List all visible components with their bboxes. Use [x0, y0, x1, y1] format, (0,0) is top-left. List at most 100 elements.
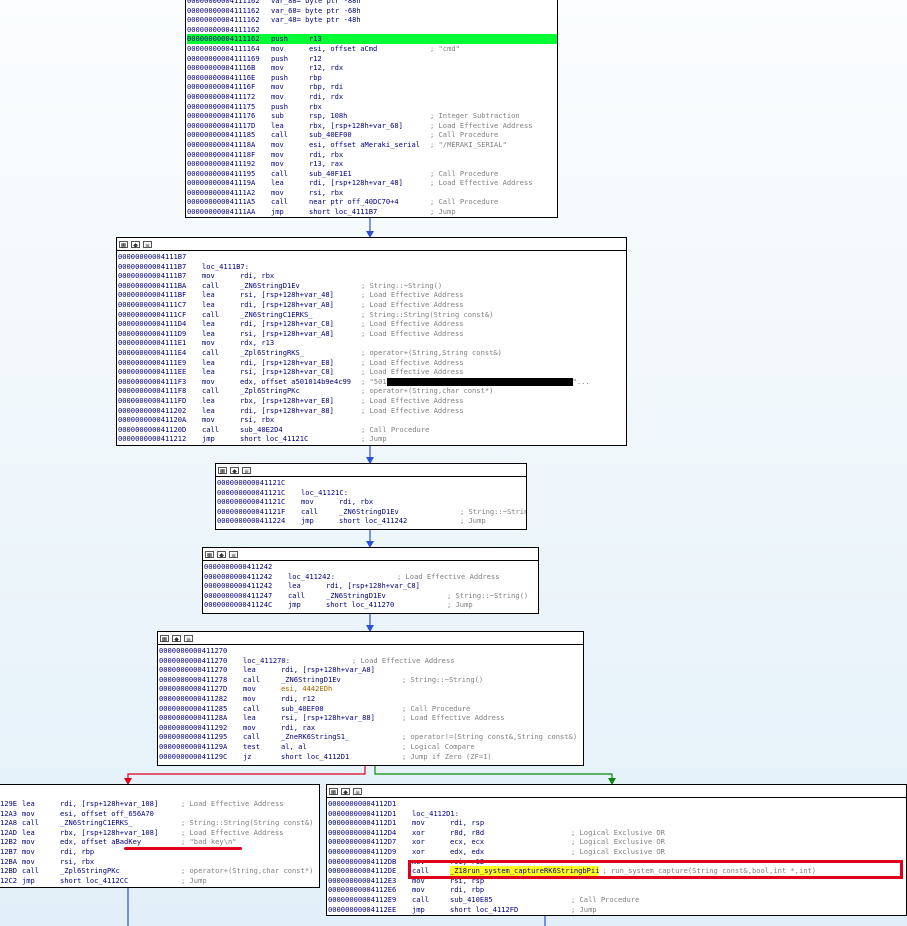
code-block-entry[interactable]: 00000000004111162 var_88= byte ptr -88h 00…: [185, 0, 558, 218]
list-icon[interactable]: ≡: [143, 240, 152, 249]
code-line[interactable]: 0000000000411192 mov r13, rax: [187, 159, 557, 169]
code-line[interactable]: 000000000041121F call _ZN6StringD1Ev ; Stri…: [217, 507, 526, 517]
code-line[interactable]: 0000000000411176 sub rsp, 108h ; Integer Su…: [187, 111, 557, 121]
code-line[interactable]: 00000000004111D9 lea rsi, [rsp+128h+var_A8…: [118, 329, 626, 339]
code-line[interactable]: 000000000041116F mov rbp, rdi: [187, 82, 557, 92]
code-block-loc-411242[interactable]: ▦ ◆ ≡ 0000000000411242 0000000000411242 loc_…: [202, 547, 539, 614]
code-line[interactable]: 00000000004111169 push r12: [187, 54, 557, 64]
code-line[interactable]: 0000000000411172 mov rdi, rdx: [187, 92, 557, 102]
code-block-loc-4112d1[interactable]: ▦ ◆ ≡ 00000000004112D1 00000000004112D1 loc_…: [326, 784, 907, 916]
code-line[interactable]: 000000000041118A mov esi, offset aMeraki_s…: [187, 140, 557, 150]
code-line[interactable]: 0000000000411278 call _ZN6StringD1Ev ; Stri…: [159, 675, 583, 685]
code-line[interactable]: 00000000004111F3 mov edx, offset a501014b9…: [118, 377, 626, 387]
code-line[interactable]: 00000000004112EE jmp short loc_4112FD ; Jum…: [328, 905, 906, 915]
code-line[interactable]: 00000000004112D1: [328, 799, 906, 809]
graph-icon[interactable]: ▦: [329, 787, 338, 796]
code-line[interactable]: 0000000000411212 jmp short loc_41121C ; Jum…: [118, 434, 626, 444]
code-line[interactable]: 00000000004111162 var_48= byte ptr -48h: [187, 15, 557, 25]
code-line[interactable]: 00000000004112D9 xor edx, edx ; Logical Exc…: [328, 847, 906, 857]
code-line[interactable]: 129E lea rdi, [rsp+128h+var_108] ; Load Eff…: [0, 799, 319, 809]
code-line[interactable]: 12A8 call _ZN6StringC1ERKS_ ; String::Strin…: [0, 818, 319, 828]
code-line[interactable]: 0000000000411270: [159, 646, 583, 656]
code-line[interactable]: 12BD call _Zpl6StringPKc ; operator+(String…: [0, 866, 319, 876]
code-line[interactable]: 000000000041120A mov rsi, rbx: [118, 415, 626, 425]
code-line[interactable]: 00000000004111162: [187, 25, 557, 35]
code-line[interactable]: 0000000000411175 push rbx: [187, 102, 557, 112]
code-line[interactable]: 000000000041120D call sub_40E2D4 ; Call Pro…: [118, 425, 626, 435]
code-line[interactable]: 0000000000411224 jmp short loc_411242 ; Jum…: [217, 516, 526, 526]
code-line[interactable]: 000000000041124C jmp short loc_411270 ; Jum…: [204, 600, 538, 610]
code-line[interactable]: 000000000041129A test al, al ; Logical Comp…: [159, 742, 583, 752]
code-line[interactable]: 00000000004112D4 xor r8d, r8d ; Logical Exc…: [328, 828, 906, 838]
graph-icon[interactable]: ▦: [218, 466, 227, 475]
code-line[interactable]: 000000000041117D lea rbx, [rsp+128h+var_68…: [187, 121, 557, 131]
list-icon[interactable]: ≡: [242, 466, 251, 475]
code-line[interactable]: 00000000004112D1 loc_4112D1:: [328, 809, 906, 819]
code-line[interactable]: 00000000004111A5 call near ptr off_40DC70+…: [187, 197, 557, 207]
list-icon[interactable]: ≡: [184, 634, 193, 643]
code-line[interactable]: 00000000004111E9 lea rdi, [rsp+128h+var_E8…: [118, 358, 626, 368]
code-line[interactable]: 00000000004111164 mov esi, offset aCmd ; "c…: [187, 44, 557, 54]
code-line[interactable]: 00000000004112D1 mov rdi, rsp: [328, 818, 906, 828]
code-block-loc-411270[interactable]: ▦ ◆ ≡ 0000000000411270 0000000000411270 loc_…: [157, 631, 584, 766]
code-line[interactable]: 00000000004111D4 lea rdi, [rsp+128h+var_C8…: [118, 319, 626, 329]
code-line[interactable]: 00000000004112E6 mov rdi, rbp: [328, 885, 906, 895]
code-line[interactable]: 12AD lea rbx, [rsp+128h+var_108] ; Load Eff…: [0, 828, 319, 838]
code-line[interactable]: 000000000041121C mov rdi, rbx: [217, 497, 526, 507]
code-line[interactable]: 000000000041129C jz short loc_4112D1 ; Jump…: [159, 752, 583, 762]
code-line[interactable]: 000000000041118F mov rdi, rbx: [187, 150, 557, 160]
code-line[interactable]: 0000000000411242: [204, 562, 538, 572]
edit-icon[interactable]: ◆: [217, 550, 226, 559]
code-line[interactable]: 00000000004111F8 call _Zpl6StringPKc ; oper…: [118, 386, 626, 396]
code-line[interactable]: 00000000004111BF lea rsi, [rsp+128h+var_48…: [118, 290, 626, 300]
code-line[interactable]: 12A3 mov esi, offset off_656A70: [0, 809, 319, 819]
code-line[interactable]: 0000000000411242 lea rdi, [rsp+128h+var_C8…: [204, 581, 538, 591]
code-line[interactable]: 00000000004111B7 loc_4111B7:: [118, 262, 626, 272]
code-block-loc-4111b7[interactable]: ▦ ◆ ≡ 00000000004111B7 00000000004111B7 loc_…: [116, 237, 627, 446]
graph-icon[interactable]: ▦: [119, 240, 128, 249]
code-line[interactable]: 00000000004111FD lea rbx, [rsp+128h+var_E8…: [118, 396, 626, 406]
code-line[interactable]: 00000000004111A2 mov rsi, rbx: [187, 188, 557, 198]
code-line[interactable]: 000000000041119A lea rdi, [rsp+128h+var_48…: [187, 178, 557, 188]
code-line[interactable]: 000000000041121C: [217, 478, 526, 488]
code-line[interactable]: 00000000004111EE lea rsi, [rsp+128h+var_C8…: [118, 367, 626, 377]
code-line[interactable]: 0000000000411285 call sub_40EF00 ; Call Pro…: [159, 704, 583, 714]
edit-icon[interactable]: ◆: [341, 787, 350, 796]
edit-icon[interactable]: ◆: [230, 466, 239, 475]
code-line[interactable]: 00000000004111AA jmp short loc_4111B7 ; Jum…: [187, 207, 557, 217]
code-line[interactable]: 0000000000411292 mov rdi, rax: [159, 723, 583, 733]
code-line[interactable]: 0000000000411270 lea rdi, [rsp+128h+var_A8…: [159, 665, 583, 675]
code-line[interactable]: 000000000041116E push rbp: [187, 73, 557, 83]
code-line[interactable]: 00000000004111E4 call _Zpl6StringRKS_ ; ope…: [118, 348, 626, 358]
code-line[interactable]: 00000000004111B7: [118, 252, 626, 262]
code-line[interactable]: 00000000004112E9 call sub_410E85 ; Call Pro…: [328, 895, 906, 905]
code-line[interactable]: 0000000000411185 call sub_40EF00 ; Call Pro…: [187, 130, 557, 140]
code-line[interactable]: 0000000000411247 call _ZN6StringD1Ev ; Stri…: [204, 591, 538, 601]
code-line[interactable]: 12BA mov rsi, rbx: [0, 857, 319, 867]
code-line[interactable]: 00000000004111B7 mov rdi, rbx: [118, 271, 626, 281]
code-line[interactable]: 000000000041116B mov r12, rdx: [187, 63, 557, 73]
code-line[interactable]: 00000000004111162 var_68= byte ptr -68h: [187, 6, 557, 16]
code-line[interactable]: 0000000000411242 loc_411242: ; Load Effect…: [204, 572, 538, 582]
code-line[interactable]: 0000000000411202 lea rdi, [rsp+128h+var_88…: [118, 406, 626, 416]
code-line[interactable]: 00000000004111CF call _ZN6StringC1ERKS_ ; S…: [118, 310, 626, 320]
code-line[interactable]: 000000000041121C loc_41121C:: [217, 488, 526, 498]
list-icon[interactable]: ≡: [229, 550, 238, 559]
code-line[interactable]: 000000000041128A lea rsi, [rsp+128h+var_88…: [159, 713, 583, 723]
code-block-loc-41121c[interactable]: ▦ ◆ ≡ 000000000041121C 000000000041121C loc_…: [215, 463, 527, 530]
list-icon[interactable]: ≡: [353, 787, 362, 796]
edit-icon[interactable]: ◆: [131, 240, 140, 249]
code-line[interactable]: 00000000004112D7 xor ecx, ecx ; Logical Exc…: [328, 837, 906, 847]
graph-icon[interactable]: ▦: [205, 550, 214, 559]
code-line[interactable]: 00000000004111E1 mov rdx, r13: [118, 338, 626, 348]
code-line[interactable]: 0000000000411282 mov rdi, r12: [159, 694, 583, 704]
code-line[interactable]: 0000000000411270 loc_411270: ; Load Effect…: [159, 656, 583, 666]
graph-icon[interactable]: ▦: [160, 634, 169, 643]
edit-icon[interactable]: ◆: [172, 634, 181, 643]
code-block-bad-key[interactable]: ▦◆≡ 129Eleardi, [rsp+128h+var_108]; Load…: [0, 784, 320, 888]
code-line[interactable]: 000000000041127D mov esi, 4442EDh: [159, 684, 583, 694]
code-line[interactable]: 00000000004111162 push r13: [187, 34, 557, 44]
code-line[interactable]: 0000000000411295 call _ZneRK6StringS1_ ; op…: [159, 732, 583, 742]
code-line[interactable]: 12B2 mov edx, offset aBadKey ; "bad key\n": [0, 837, 319, 847]
code-line[interactable]: 00000000004111BA call _ZN6StringD1Ev ; Stri…: [118, 281, 626, 291]
